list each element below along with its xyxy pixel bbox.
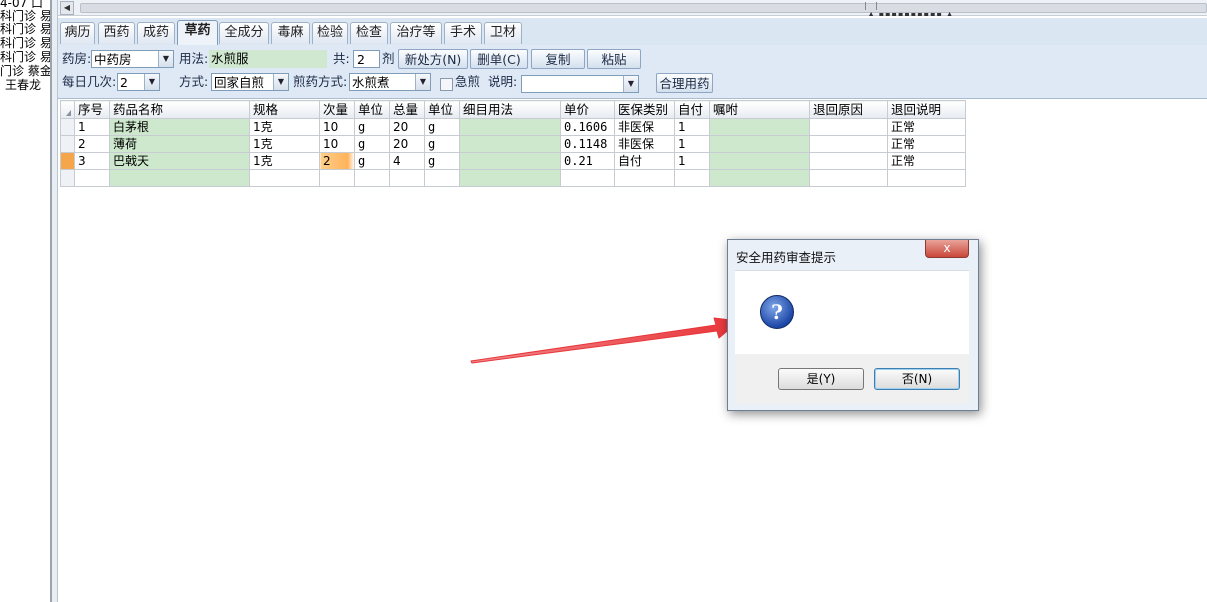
annotation-arrow-icon bbox=[470, 317, 740, 364]
no-button[interactable]: 否(N) bbox=[874, 368, 960, 390]
question-icon: ? bbox=[760, 295, 794, 329]
close-icon[interactable]: x bbox=[925, 240, 969, 258]
dialog-title: 安全用药审查提示 bbox=[736, 250, 837, 265]
safe-medication-review-dialog: 安全用药审查提示 x ? 是(Y) 否(N) bbox=[727, 239, 979, 411]
yes-button[interactable]: 是(Y) bbox=[778, 368, 864, 390]
